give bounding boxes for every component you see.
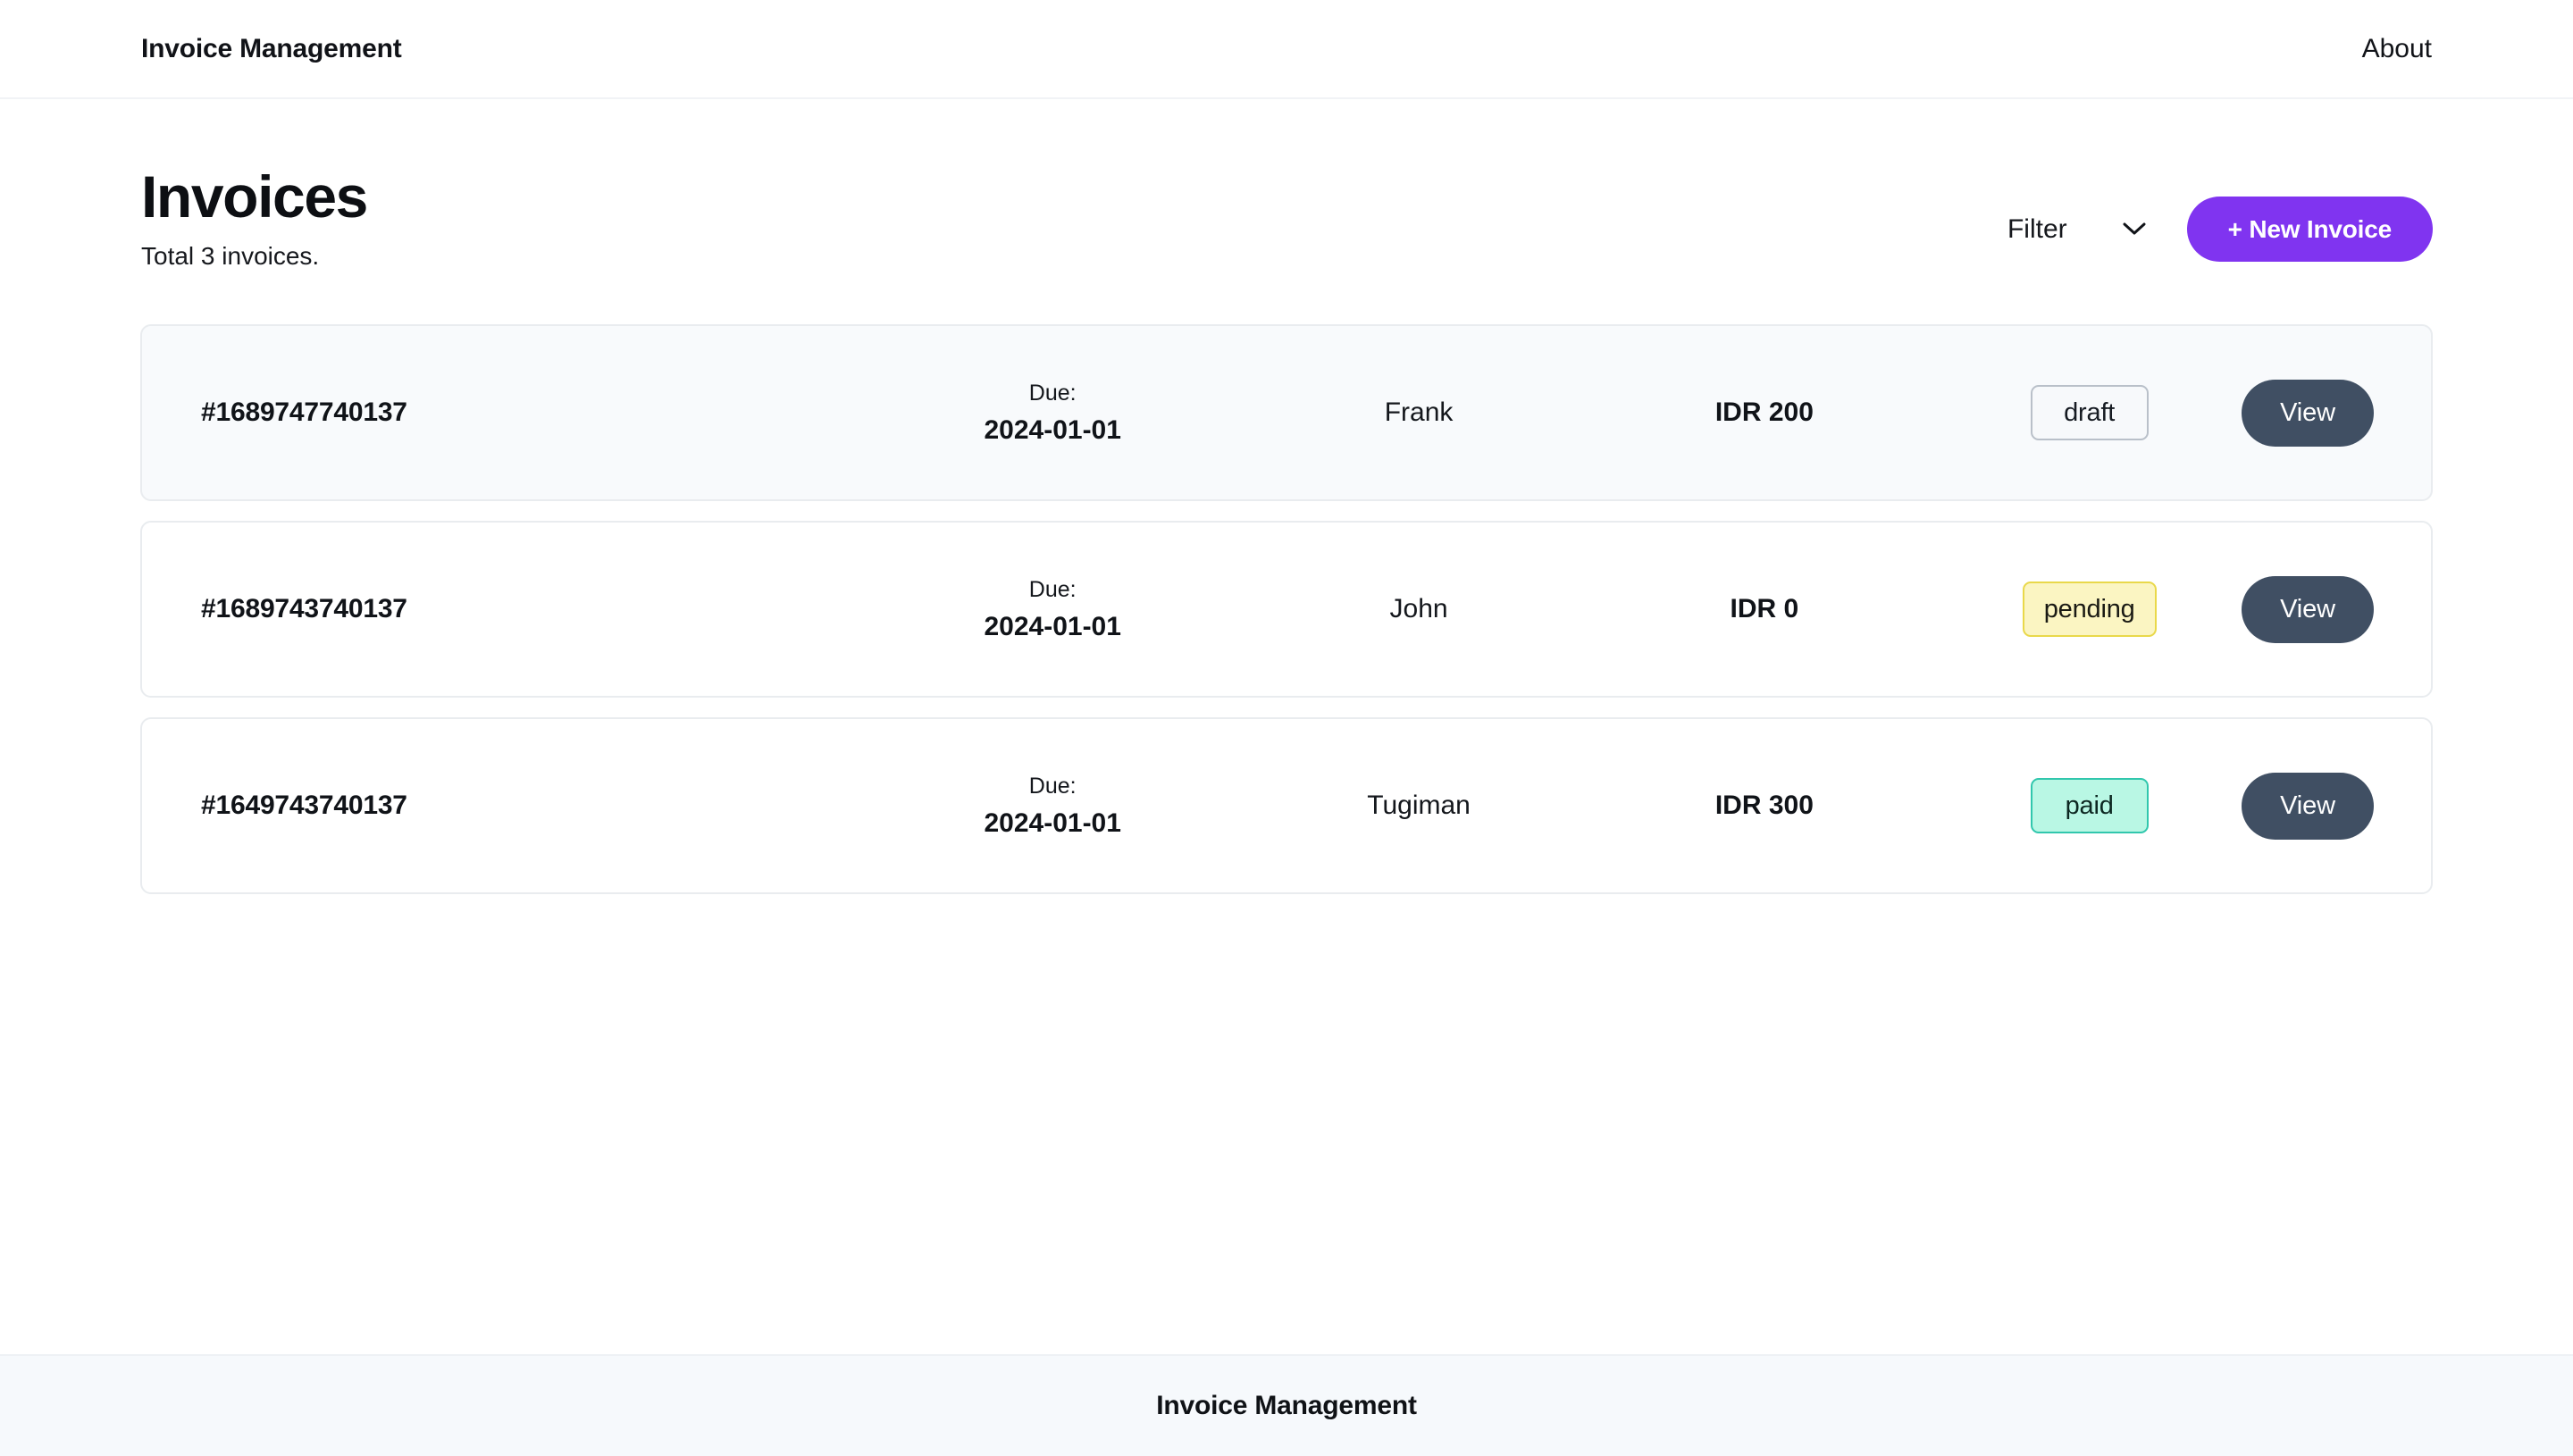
invoice-amount: IDR 200 xyxy=(1714,397,1814,428)
footer-title: Invoice Management xyxy=(1156,1391,1417,1420)
table-row[interactable]: #1689747740137 Due: 2024-01-01 Frank IDR… xyxy=(140,324,2433,502)
due-date: 2024-01-01 xyxy=(984,807,1121,838)
view-button[interactable]: View xyxy=(2242,379,2375,447)
invoice-status-cell: paid xyxy=(1937,778,2242,834)
invoice-id: #1689747740137 xyxy=(201,397,407,428)
invoice-list: #1689747740137 Due: 2024-01-01 Frank IDR… xyxy=(140,324,2433,895)
due-label: Due: xyxy=(1028,576,1077,602)
table-row[interactable]: #1649743740137 Due: 2024-01-01 Tugiman I… xyxy=(140,717,2433,895)
invoice-count-text: Total 3 invoices. xyxy=(141,242,320,271)
invoice-due: Due: 2024-01-01 xyxy=(859,576,1246,643)
page-title: Invoices xyxy=(141,163,368,230)
invoice-action-cell: View xyxy=(2242,575,2375,643)
chevron-down-icon xyxy=(2123,222,2146,236)
invoice-status-cell: draft xyxy=(1937,385,2242,441)
app-root: Invoice Management About Invoices Total … xyxy=(0,0,2573,1456)
due-date: 2024-01-01 xyxy=(984,414,1121,445)
page-actions: Filter + New Invoice xyxy=(2006,166,2433,262)
filter-select[interactable]: Filter xyxy=(2006,209,2148,250)
status-badge[interactable]: paid xyxy=(2030,778,2149,834)
view-button[interactable]: View xyxy=(2242,575,2375,643)
invoice-client: John xyxy=(1389,594,1448,624)
due-date: 2024-01-01 xyxy=(984,611,1121,641)
due-label: Due: xyxy=(1028,773,1077,799)
invoice-action-cell: View xyxy=(2242,772,2375,840)
main-content: Invoices Total 3 invoices. Filter + New … xyxy=(0,99,2573,1354)
invoice-due: Due: 2024-01-01 xyxy=(859,380,1246,447)
page-title-group: Invoices Total 3 invoices. xyxy=(140,163,368,271)
nav-link-about[interactable]: About xyxy=(2362,34,2432,64)
table-row[interactable]: #1689743740137 Due: 2024-01-01 John IDR … xyxy=(140,521,2433,699)
status-badge[interactable]: draft xyxy=(2030,385,2149,441)
view-button[interactable]: View xyxy=(2242,772,2375,840)
invoice-due: Due: 2024-01-01 xyxy=(859,773,1246,840)
invoice-client: Frank xyxy=(1384,397,1454,428)
invoice-action-cell: View xyxy=(2242,379,2375,447)
invoice-amount: IDR 300 xyxy=(1714,791,1814,821)
due-label: Due: xyxy=(1028,380,1077,406)
invoice-id: #1689743740137 xyxy=(201,594,407,624)
invoice-id: #1649743740137 xyxy=(201,791,407,821)
content-container: Invoices Total 3 invoices. Filter + New … xyxy=(140,99,2433,895)
invoice-amount: IDR 0 xyxy=(1730,594,1799,624)
status-badge[interactable]: pending xyxy=(2022,582,2157,638)
page-footer: Invoice Management xyxy=(0,1354,2573,1456)
invoice-status-cell: pending xyxy=(1937,582,2242,638)
navbar-links: About xyxy=(2362,34,2432,64)
new-invoice-button[interactable]: + New Invoice xyxy=(2186,197,2433,262)
invoice-client: Tugiman xyxy=(1367,791,1471,821)
page-header: Invoices Total 3 invoices. Filter + New … xyxy=(140,163,2433,271)
top-navbar: Invoice Management About xyxy=(0,0,2573,99)
brand-title: Invoice Management xyxy=(141,33,402,63)
filter-label: Filter xyxy=(2007,213,2067,244)
